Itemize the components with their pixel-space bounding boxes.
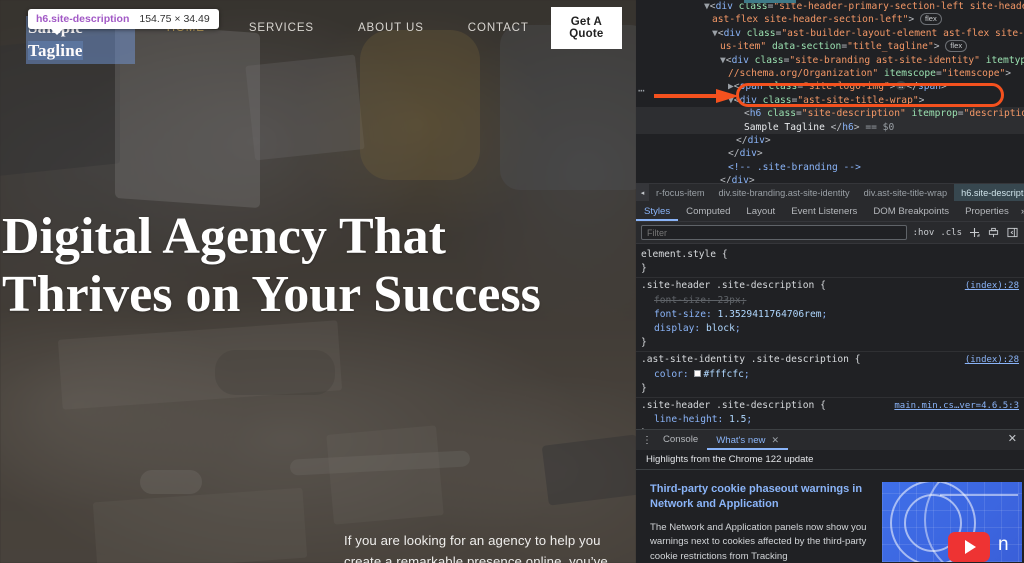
drawer-tab-whats-new[interactable]: What's new ✕ bbox=[707, 430, 788, 450]
dom-tree-line[interactable]: us-item" data-section="title_tagline"> f… bbox=[636, 40, 1024, 53]
tabs-overflow-button[interactable]: » bbox=[1017, 206, 1024, 221]
style-rule-close-brace: } bbox=[641, 337, 647, 349]
breadcrumb-item-site-title-wrap[interactable]: div.ast-site-title-wrap bbox=[857, 188, 955, 198]
style-rule-source[interactable]: (index):28 bbox=[965, 279, 1019, 293]
dom-tree-line[interactable]: ▼<div class="site-branding ast-site-iden… bbox=[636, 54, 1024, 67]
decorative-line bbox=[940, 494, 1018, 496]
dom-tree-line[interactable]: ▼<div class="site-header-primary-section… bbox=[636, 0, 1024, 13]
styles-pane[interactable]: element.style {} .site-header .site-descr… bbox=[636, 244, 1024, 429]
dom-tree-gutter-dots: ⋯ bbox=[638, 84, 645, 97]
dom-tree-line[interactable]: Sample Tagline </h6> == $0 bbox=[636, 120, 1024, 135]
tab-dom-breakpoints[interactable]: DOM Breakpoints bbox=[865, 206, 957, 221]
tab-computed[interactable]: Computed bbox=[678, 206, 738, 221]
nav-item-about-us[interactable]: ABOUT US bbox=[336, 22, 446, 34]
dom-tree-line[interactable]: //schema.org/Organization" itemscope="it… bbox=[636, 67, 1024, 80]
style-rule-close-brace: } bbox=[641, 382, 647, 394]
plus-icon[interactable] bbox=[968, 226, 981, 239]
whats-new-article-title[interactable]: Third-party cookie phaseout warnings in … bbox=[650, 482, 870, 512]
style-rule-source[interactable]: (index):28 bbox=[965, 353, 1019, 367]
element-inspector-tooltip: h6.site-description 154.75 × 34.49 bbox=[28, 9, 219, 35]
youtube-play-icon[interactable] bbox=[948, 532, 990, 562]
style-rule-close-brace: } bbox=[641, 427, 1018, 429]
drawer-tab-bar[interactable]: ⋮ Console What's new ✕ ✕ bbox=[636, 430, 1024, 450]
style-rule[interactable]: .ast-site-identity .site-description {(i… bbox=[636, 352, 1024, 399]
styles-pane-tabs[interactable]: Styles Computed Layout Event Listeners D… bbox=[636, 201, 1024, 222]
hero-subtitle: If you are looking for an agency to help… bbox=[344, 533, 608, 563]
tab-properties[interactable]: Properties bbox=[957, 206, 1017, 221]
style-declaration[interactable]: display: block; bbox=[641, 322, 1018, 336]
dom-breadcrumb-bar[interactable]: ◂ r-focus-item div.site-branding.ast-sit… bbox=[636, 183, 1024, 201]
devtools-panel[interactable]: ▼<div class="site-header-primary-section… bbox=[636, 0, 1024, 563]
style-rule[interactable]: .site-header .site-description {(index):… bbox=[636, 278, 1024, 353]
color-swatch bbox=[694, 369, 702, 377]
sidebar-toggle-icon[interactable] bbox=[1006, 226, 1019, 239]
inspector-selector: h6.site-description bbox=[36, 13, 130, 25]
breadcrumb-scroll-left-button[interactable]: ◂ bbox=[636, 184, 649, 201]
dom-tree-line[interactable]: </div> bbox=[636, 134, 1024, 147]
dom-tree-line[interactable]: ▼<div class="ast-builder-layout-element … bbox=[636, 27, 1024, 40]
drawer-tab-whats-new-label: What's new bbox=[716, 435, 766, 446]
drawer-tab-console[interactable]: Console bbox=[654, 430, 707, 450]
whats-new-heading: Highlights from the Chrome 122 update bbox=[636, 450, 1024, 470]
thumbnail-label: n bbox=[998, 534, 1009, 555]
nav-item-contact[interactable]: CONTACT bbox=[446, 22, 551, 34]
devtools-drawer[interactable]: ⋮ Console What's new ✕ ✕ Highlights from … bbox=[636, 429, 1024, 563]
dom-tree-line[interactable]: <h6 class="site-description" itemprop="d… bbox=[636, 107, 1024, 121]
drawer-more-icon[interactable]: ⋮ bbox=[640, 435, 654, 446]
style-rule-selector[interactable]: .site-header .site-description bbox=[641, 400, 814, 411]
whats-new-article-body: The Network and Application panels now s… bbox=[650, 521, 867, 562]
breadcrumb-item-site-description[interactable]: h6.site-description bbox=[954, 184, 1024, 201]
tab-layout[interactable]: Layout bbox=[738, 206, 783, 221]
style-rule-close-brace: } bbox=[641, 263, 647, 275]
nav-item-services[interactable]: SERVICES bbox=[227, 22, 336, 34]
hero-title: Digital Agency That Thrives on Your Succ… bbox=[0, 208, 636, 324]
inspector-dimensions: 154.75 × 34.49 bbox=[139, 13, 210, 25]
dom-tree-line[interactable]: </div> bbox=[636, 147, 1024, 160]
play-triangle-icon bbox=[965, 540, 976, 554]
dom-tree-line[interactable]: </div> bbox=[636, 174, 1024, 183]
hero-title-line-1: Digital Agency That bbox=[2, 208, 446, 265]
dom-tree-line[interactable]: <!-- .site-branding --> bbox=[636, 161, 1024, 174]
close-icon[interactable]: ✕ bbox=[772, 435, 780, 445]
style-rule[interactable]: .site-header .site-description {main.min… bbox=[636, 398, 1024, 429]
breadcrumb-item-focus-item[interactable]: r-focus-item bbox=[649, 188, 712, 198]
tab-event-listeners[interactable]: Event Listeners bbox=[783, 206, 865, 221]
annotation-arrow-icon bbox=[654, 89, 739, 103]
get-a-quote-button[interactable]: Get A Quote bbox=[550, 7, 622, 49]
whats-new-article[interactable]: Third-party cookie phaseout warnings in … bbox=[650, 482, 870, 563]
drawer-close-icon[interactable]: ✕ bbox=[1008, 433, 1017, 445]
style-declaration[interactable]: font-size: 23px; bbox=[641, 294, 1018, 308]
hov-toggle-button[interactable]: :hov bbox=[913, 228, 935, 238]
style-rule-selector[interactable]: .ast-site-identity .site-description bbox=[641, 354, 849, 365]
style-rule-selector[interactable]: element.style bbox=[641, 249, 716, 260]
tab-styles[interactable]: Styles bbox=[636, 206, 678, 221]
print-icon[interactable] bbox=[987, 226, 1000, 239]
hero-section: Digital Agency That Thrives on Your Succ… bbox=[0, 208, 636, 563]
style-rule-selector[interactable]: .site-header .site-description bbox=[641, 280, 814, 291]
dom-tree-selection-band bbox=[744, 0, 796, 3]
hero-title-line-2: Thrives on Your Success bbox=[2, 266, 541, 324]
style-declaration[interactable]: color: #fffcfc; bbox=[641, 368, 1018, 382]
style-declaration[interactable]: line-height: 1.5; bbox=[641, 413, 1018, 427]
breadcrumb-item-site-branding[interactable]: div.site-branding.ast-site-identity bbox=[712, 188, 857, 198]
styles-filter-input[interactable] bbox=[641, 225, 907, 240]
style-rule[interactable]: element.style {} bbox=[636, 247, 1024, 279]
cls-toggle-button[interactable]: .cls bbox=[940, 228, 962, 238]
styles-filter-row[interactable]: :hov .cls bbox=[636, 222, 1024, 244]
style-declaration[interactable]: font-size: 1.3529411764706rem; bbox=[641, 308, 1018, 322]
dom-tree-line[interactable]: ast-flex site-header-section-left"> flex bbox=[636, 13, 1024, 26]
dom-tree[interactable]: ▼<div class="site-header-primary-section… bbox=[636, 0, 1024, 183]
whats-new-body: Third-party cookie phaseout warnings in … bbox=[636, 470, 1024, 563]
whats-new-video-thumbnail[interactable]: n bbox=[882, 482, 1022, 562]
tagline-word-2: Tagline bbox=[28, 41, 83, 60]
style-rule-source[interactable]: main.min.cs…ver=4.6.5:3 bbox=[894, 399, 1019, 413]
website-viewport[interactable]: Sample Tagline HOME SERVICES ABOUT US CO… bbox=[0, 0, 636, 563]
